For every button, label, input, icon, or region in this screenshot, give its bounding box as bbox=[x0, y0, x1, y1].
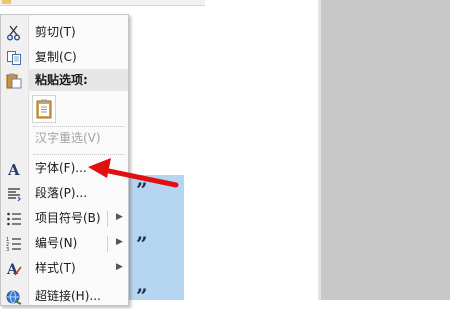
annotation-arrow-icon bbox=[88, 158, 179, 188]
